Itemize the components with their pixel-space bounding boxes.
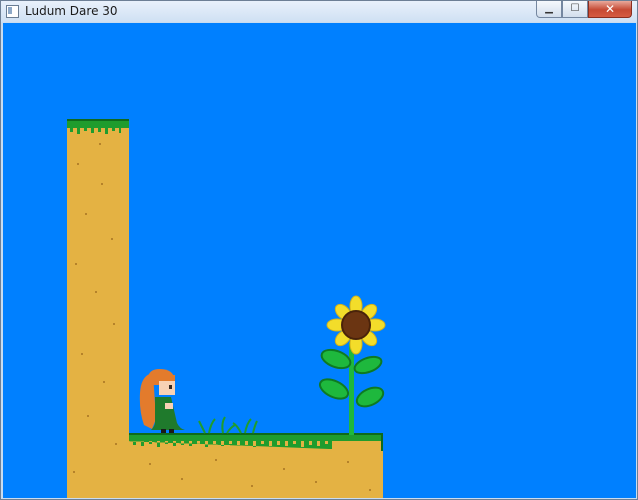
ground-platform (129, 433, 383, 498)
window-icon (6, 5, 19, 18)
maximize-button[interactable]: ☐ (562, 1, 588, 18)
dirt-pillar (67, 119, 129, 498)
game-scene (3, 23, 636, 498)
game-window: Ludum Dare 30 ▁ ☐ ✕ (0, 0, 638, 500)
close-icon: ✕ (604, 2, 616, 16)
caption-buttons: ▁ ☐ ✕ (536, 1, 632, 19)
minimize-button[interactable]: ▁ (536, 1, 562, 18)
window-title: Ludum Dare 30 (25, 4, 118, 18)
game-canvas[interactable] (3, 23, 636, 498)
close-button[interactable]: ✕ (588, 1, 632, 18)
minimize-icon: ▁ (545, 3, 553, 14)
title-bar[interactable]: Ludum Dare 30 ▁ ☐ ✕ (1, 1, 637, 22)
maximize-icon: ☐ (570, 3, 580, 14)
